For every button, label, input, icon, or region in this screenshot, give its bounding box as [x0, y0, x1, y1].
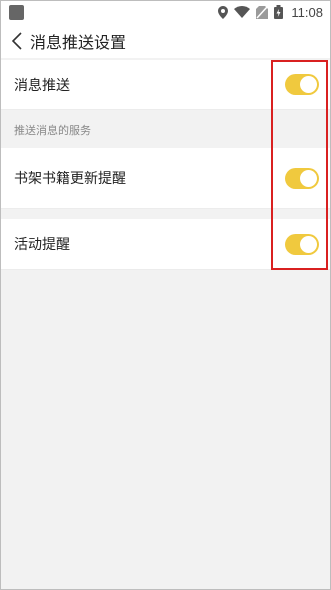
setting-label-activity: 活动提醒	[14, 237, 70, 253]
status-bar: 11:08	[0, 0, 331, 24]
page-title: 消息推送设置	[30, 33, 127, 52]
setting-label-master: 消息推送	[14, 77, 70, 94]
setting-label-bookshelf: 书架书籍更新提醒	[14, 171, 126, 187]
back-button[interactable]	[10, 30, 24, 52]
chevron-left-icon	[12, 32, 22, 50]
app-icon	[9, 4, 24, 20]
battery-icon	[274, 5, 284, 19]
header: 消息推送设置	[0, 24, 331, 58]
status-time: 11:08	[291, 4, 323, 20]
highlight-box	[271, 60, 328, 270]
wifi-icon	[234, 6, 251, 18]
location-icon	[218, 5, 229, 19]
no-sim-icon	[256, 5, 269, 19]
